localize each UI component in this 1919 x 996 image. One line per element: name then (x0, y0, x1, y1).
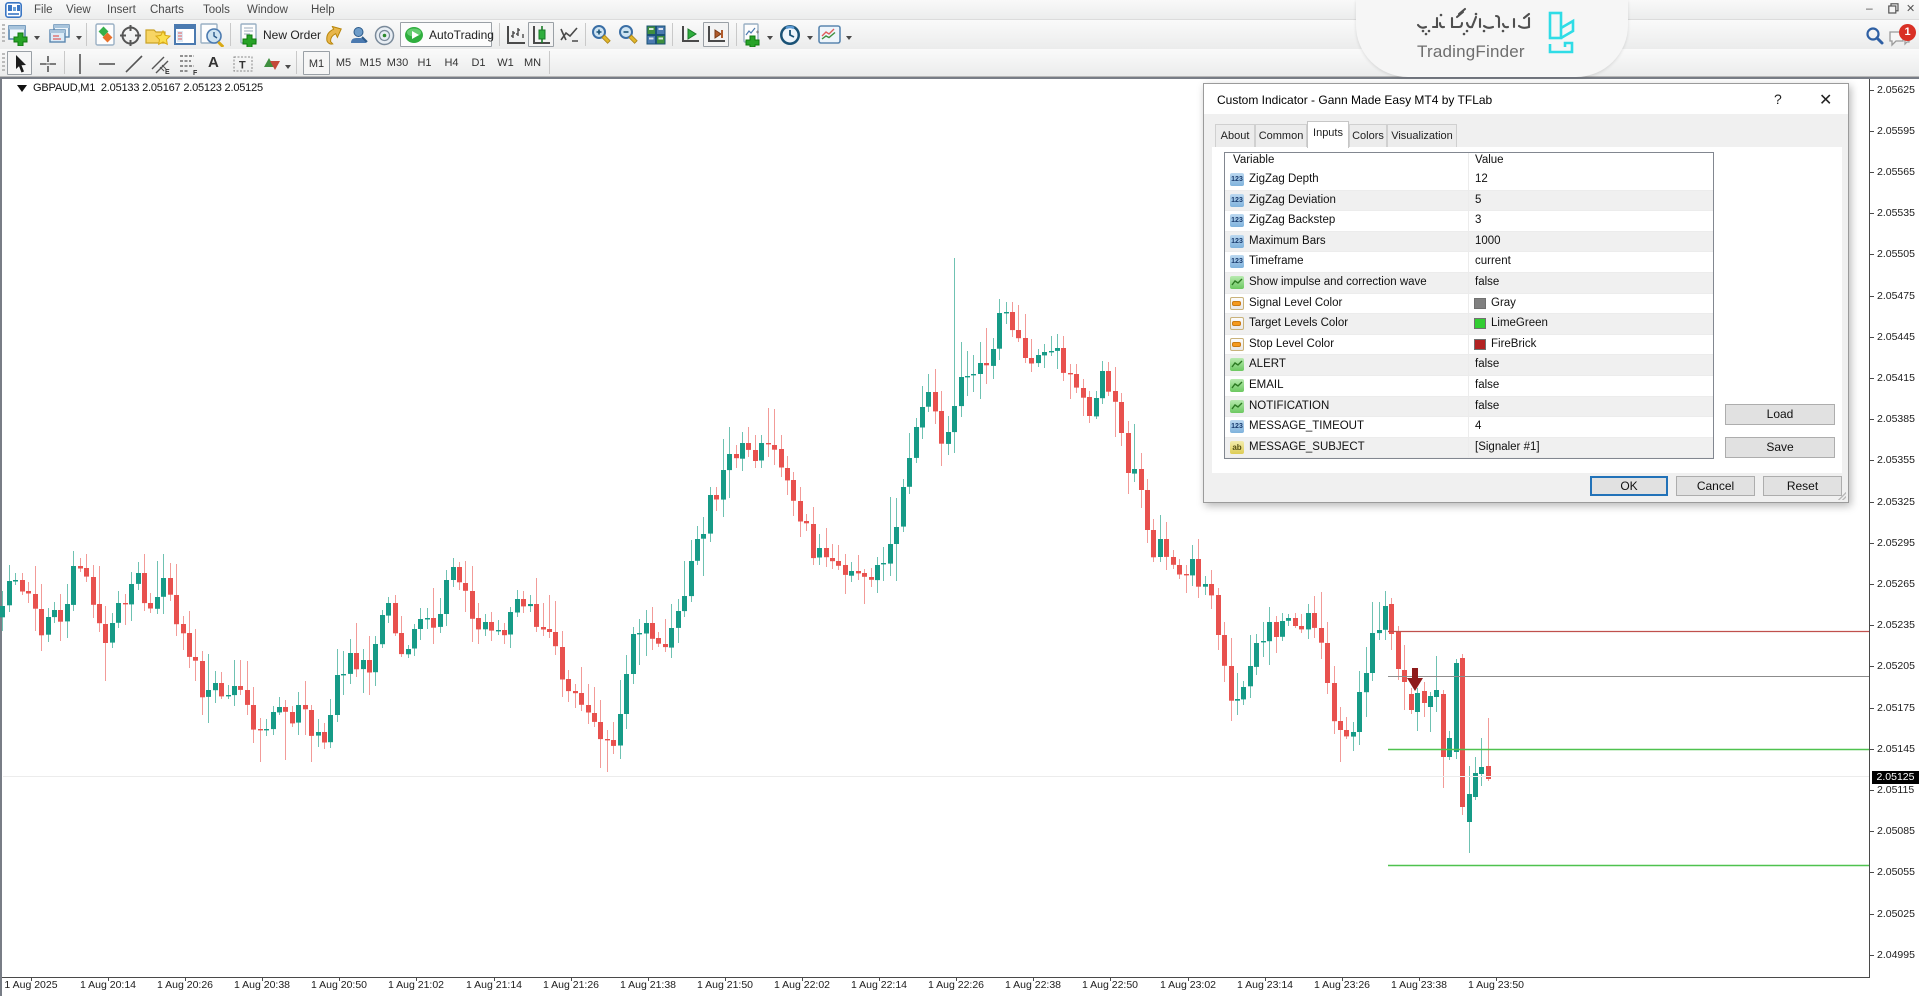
svg-text:F: F (193, 70, 198, 75)
svg-text:E: E (165, 69, 170, 75)
svg-text:TradingFinder: TradingFinder (1417, 42, 1525, 61)
svg-text:T: T (239, 60, 246, 72)
